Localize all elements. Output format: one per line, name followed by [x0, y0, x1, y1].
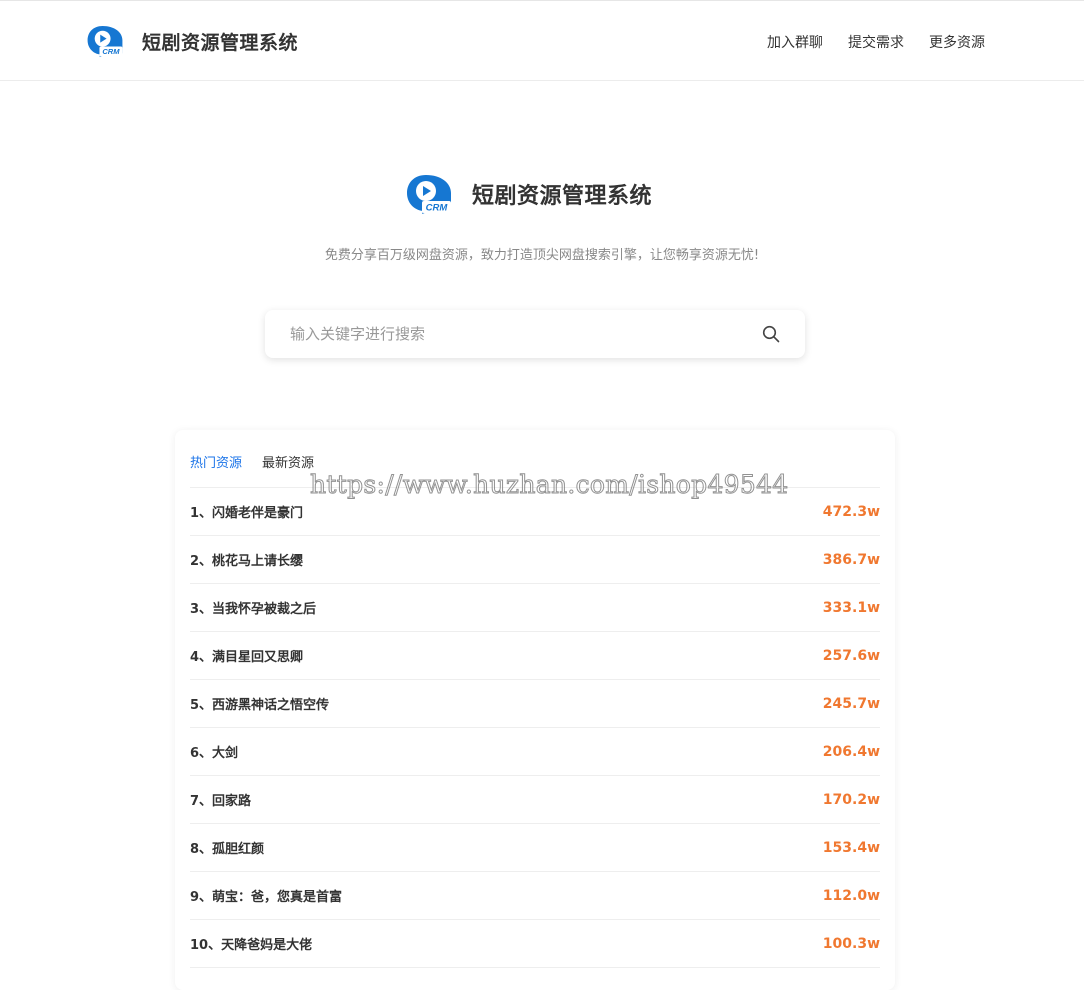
list-item[interactable]: 1、闪婚老伴是豪门 472.3w: [190, 488, 880, 536]
nav-join-group[interactable]: 加入群聊: [767, 32, 823, 52]
top-navbar: 短剧资源管理系统 加入群聊 提交需求 更多资源: [0, 0, 1084, 81]
list-item[interactable]: 4、满目星回又思卿 257.6w: [190, 632, 880, 680]
list-item[interactable]: 5、西游黑神话之悟空传 245.7w: [190, 680, 880, 728]
item-view-count: 206.4w: [822, 743, 880, 760]
tagline: 免费分享百万级网盘资源，致力打造顶尖网盘搜索引擎，让您畅享资源无忧!: [324, 248, 760, 263]
item-view-count: 472.3w: [822, 503, 880, 520]
hero-brand: 短剧资源管理系统: [405, 173, 652, 215]
hero-title: 短剧资源管理系统: [472, 184, 653, 209]
item-title: 4、满目星回又思卿: [190, 650, 304, 665]
list-item[interactable]: 8、孤胆红颜 153.4w: [190, 824, 880, 872]
search-box: [265, 310, 805, 358]
item-view-count: 245.7w: [822, 695, 880, 712]
list-item[interactable]: 7、回家路 170.2w: [190, 776, 880, 824]
tab-hot-resources[interactable]: 热门资源: [190, 452, 242, 471]
crm-logo-icon: [405, 173, 453, 215]
list-item[interactable]: 10、天降爸妈是大佬 100.3w: [190, 920, 880, 968]
resource-panel: 热门资源 最新资源 1、闪婚老伴是豪门 472.3w 2、桃花马上请长缨 386…: [175, 430, 895, 990]
item-title: 8、孤胆红颜: [190, 842, 265, 857]
item-title: 9、萌宝：爸，您真是首富: [190, 890, 343, 905]
item-view-count: 100.3w: [822, 935, 880, 952]
list-item[interactable]: 2、桃花马上请长缨 386.7w: [190, 536, 880, 584]
item-title: 3、当我怀孕被裁之后: [190, 602, 317, 617]
brand[interactable]: 短剧资源管理系统: [86, 23, 298, 59]
resource-tabs: 热门资源 最新资源: [190, 452, 334, 471]
nav-more-resources[interactable]: 更多资源: [929, 32, 985, 52]
search-input[interactable]: [288, 324, 732, 344]
item-view-count: 112.0w: [822, 887, 880, 904]
brand-name: 短剧资源管理系统: [142, 31, 299, 54]
item-title: 1、闪婚老伴是豪门: [190, 506, 304, 521]
item-title: 6、大剑: [190, 746, 239, 761]
item-view-count: 333.1w: [822, 599, 880, 616]
item-view-count: 153.4w: [822, 839, 880, 856]
nav-links: 加入群聊 提交需求 更多资源: [742, 32, 985, 52]
item-title: 10、天降爸妈是大佬: [190, 938, 313, 953]
list-item[interactable]: 3、当我怀孕被裁之后 333.1w: [190, 584, 880, 632]
resource-list: 1、闪婚老伴是豪门 472.3w 2、桃花马上请长缨 386.7w 3、当我怀孕…: [190, 487, 880, 968]
item-title: 5、西游黑神话之悟空传: [190, 698, 330, 713]
crm-logo-icon: [86, 23, 124, 59]
list-item[interactable]: 9、萌宝：爸，您真是首富 112.0w: [190, 872, 880, 920]
search-icon[interactable]: [762, 325, 780, 343]
item-title: 2、桃花马上请长缨: [190, 554, 304, 569]
item-view-count: 257.6w: [822, 647, 880, 664]
item-view-count: 170.2w: [822, 791, 880, 808]
list-item[interactable]: 6、大剑 206.4w: [190, 728, 880, 776]
tab-latest-resources[interactable]: 最新资源: [262, 452, 314, 471]
nav-submit-request[interactable]: 提交需求: [848, 32, 904, 52]
item-title: 7、回家路: [190, 794, 252, 809]
item-view-count: 386.7w: [822, 551, 880, 568]
